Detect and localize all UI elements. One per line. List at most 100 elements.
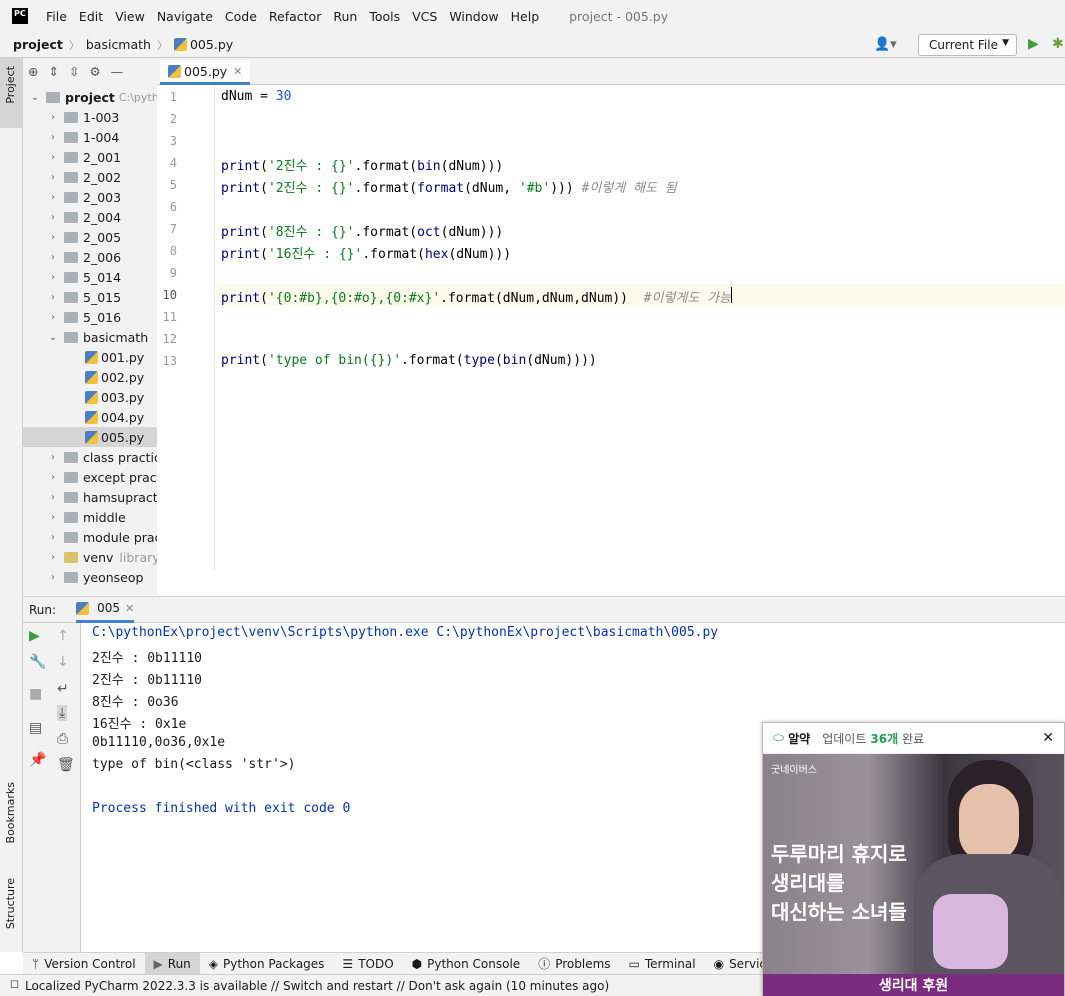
tw-label: Version Control — [44, 956, 136, 971]
close-icon[interactable]: ✕ — [1042, 730, 1054, 746]
menu-edit[interactable]: Edit — [79, 9, 103, 24]
tree-folder[interactable]: › module pract — [47, 527, 157, 547]
tw-terminal[interactable]: ▭ Terminal — [620, 953, 705, 975]
tw-python-console[interactable]: ⬢ Python Console — [403, 953, 530, 975]
tree-file[interactable]: 002.py — [85, 367, 144, 387]
line-number: 5 — [169, 178, 177, 192]
menu-refactor[interactable]: Refactor — [269, 9, 321, 24]
crumb-project[interactable]: project — [13, 37, 63, 52]
run-config-select[interactable]: Current File ▼ — [918, 34, 1017, 56]
chevron-right-icon: › — [51, 151, 55, 163]
code-editor[interactable]: dNum = 30 print('2진수 : {}'.format(bin(dN… — [216, 85, 1065, 570]
tw-problems[interactable]: ⓘ Problems — [529, 953, 619, 975]
tw-todo[interactable]: ☰ TODO — [333, 953, 402, 975]
hide-icon[interactable]: — — [111, 64, 124, 79]
line-gutter: 1 2 3 4 5 6 7 8 9 10 11 12 13 — [157, 85, 215, 570]
tw-run[interactable]: ▶ Run — [144, 952, 200, 975]
menu-view[interactable]: View — [115, 9, 145, 24]
chevron-right-icon: › — [51, 311, 55, 323]
down-arrow-icon[interactable]: ↓ — [57, 654, 69, 670]
scroll-to-end-icon[interactable]: ⤓ — [57, 705, 68, 721]
tree-folder[interactable]: › 2_003 — [47, 187, 121, 207]
tree-folder[interactable]: › yeonseop — [47, 567, 143, 587]
menu-vcs[interactable]: VCS — [412, 9, 437, 24]
branch-icon: ᛘ — [32, 956, 40, 971]
tree-folder[interactable]: › 5_015 — [47, 287, 121, 307]
up-arrow-icon[interactable]: ↑ — [57, 628, 69, 644]
console-output-line: type of bin(<class 'str'>) — [92, 757, 296, 772]
tree-item-label: 5_014 — [83, 269, 122, 285]
tree-folder[interactable]: › hamsupractic — [47, 487, 157, 507]
ad-popup[interactable]: ⬭ 알약 업데이트 36개 완료 ✕ 굿네이버스 두루마리 휴지로 생리대를 대… — [762, 722, 1065, 996]
crumb-basicmath[interactable]: basicmath — [86, 37, 151, 52]
rerun-icon[interactable]: ▶ — [29, 628, 40, 644]
menu-code[interactable]: Code — [225, 9, 257, 24]
code-line-4: print('2진수 : {}'.format(bin(dNum))) — [221, 159, 504, 174]
tree-folder[interactable]: › 2_005 — [47, 227, 121, 247]
tw-python-packages[interactable]: ◈ Python Packages — [200, 953, 334, 975]
gear-icon[interactable]: ⚙ — [89, 64, 100, 79]
chevron-right-icon: › — [51, 271, 55, 283]
project-toolbar: ⊕ ⇕ ⇳ ⚙ — — [23, 58, 157, 85]
close-icon[interactable]: ✕ — [125, 602, 134, 615]
pin-icon[interactable]: 📌 — [29, 752, 46, 768]
menu-tools[interactable]: Tools — [369, 9, 400, 24]
tree-root[interactable]: ⌄ project C:\pyth — [29, 87, 157, 107]
menu-window[interactable]: Window — [449, 9, 498, 24]
tree-item-label: class practice — [83, 449, 157, 465]
menu-file[interactable]: File — [46, 9, 67, 24]
tree-folder[interactable]: › 2_004 — [47, 207, 121, 227]
tree-folder-venv[interactable]: › venv library r — [47, 547, 157, 567]
ad-cta-button[interactable]: 생리대 후원 — [763, 974, 1064, 996]
tree-file[interactable]: 004.py — [85, 407, 144, 427]
collapse-all-icon[interactable]: ⇳ — [69, 64, 79, 79]
close-icon[interactable]: ✕ — [233, 65, 242, 78]
tree-folder[interactable]: › 2_006 — [47, 247, 121, 267]
print-icon[interactable]: ⎙ — [57, 731, 68, 747]
run-tab[interactable]: 005 ✕ — [76, 596, 135, 623]
notification-icon[interactable]: ☐ — [10, 980, 19, 991]
line-number: 13 — [162, 354, 177, 368]
tree-file[interactable]: 005.py — [23, 427, 157, 447]
layout-icon[interactable]: ▤ — [29, 720, 42, 736]
tree-folder[interactable]: › 2_002 — [47, 167, 121, 187]
run-console[interactable]: C:\pythonEx\project\venv\Scripts\python.… — [82, 623, 762, 952]
soft-wrap-icon[interactable]: ↵ — [57, 681, 69, 697]
crumb-file[interactable]: 005.py — [190, 37, 233, 52]
tree-folder[interactable]: › 2_001 — [47, 147, 121, 167]
stop-icon[interactable]: ■ — [29, 686, 42, 702]
tree-folder[interactable]: › 1-003 — [47, 107, 119, 127]
tree-folder-basicmath[interactable]: ⌄ basicmath — [47, 327, 148, 347]
run-config-label: Current File — [929, 38, 998, 52]
tree-folder[interactable]: › except practic — [47, 467, 157, 487]
trash-icon[interactable]: 🗑 — [57, 757, 75, 773]
menu-help[interactable]: Help — [511, 9, 540, 24]
tree-folder[interactable]: › 5_014 — [47, 267, 121, 287]
pill-icon: ⬭ — [773, 730, 785, 746]
tab-structure[interactable]: Structure — [4, 878, 17, 929]
ad-image[interactable]: 굿네이버스 두루마리 휴지로 생리대를 대신하는 소녀들 — [763, 754, 1064, 974]
tree-file[interactable]: 003.py — [85, 387, 144, 407]
menu-navigate[interactable]: Navigate — [157, 9, 213, 24]
run-icon[interactable]: ▶ — [1028, 36, 1039, 52]
debug-icon[interactable]: ✱ — [1052, 36, 1064, 52]
expand-all-icon[interactable]: ⇕ — [48, 64, 58, 79]
tw-version-control[interactable]: ᛘ Version Control — [23, 953, 145, 975]
tree-file[interactable]: 001.py — [85, 347, 144, 367]
tree-item-label: venv — [83, 549, 114, 565]
tree-root-path: C:\pyth — [118, 90, 157, 104]
user-icon[interactable]: 👤▾ — [874, 37, 904, 53]
tab-project[interactable]: Project — [4, 66, 17, 104]
tw-label: Run — [167, 956, 191, 971]
tree-folder[interactable]: › class practice — [47, 447, 157, 467]
locate-icon[interactable]: ⊕ — [28, 64, 38, 79]
tab-bookmarks[interactable]: Bookmarks — [4, 782, 17, 843]
tree-folder[interactable]: › 5_016 — [47, 307, 121, 327]
menu-run[interactable]: Run — [333, 9, 357, 24]
status-text[interactable]: Localized PyCharm 2022.3.3 is available … — [25, 979, 609, 993]
tree-folder[interactable]: › middle — [47, 507, 126, 527]
wrench-icon[interactable]: 🔧 — [29, 654, 46, 670]
tab-005-py[interactable]: 005.py ✕ — [160, 60, 251, 85]
python-file-icon — [85, 390, 98, 404]
tree-folder[interactable]: › 1-004 — [47, 127, 119, 147]
